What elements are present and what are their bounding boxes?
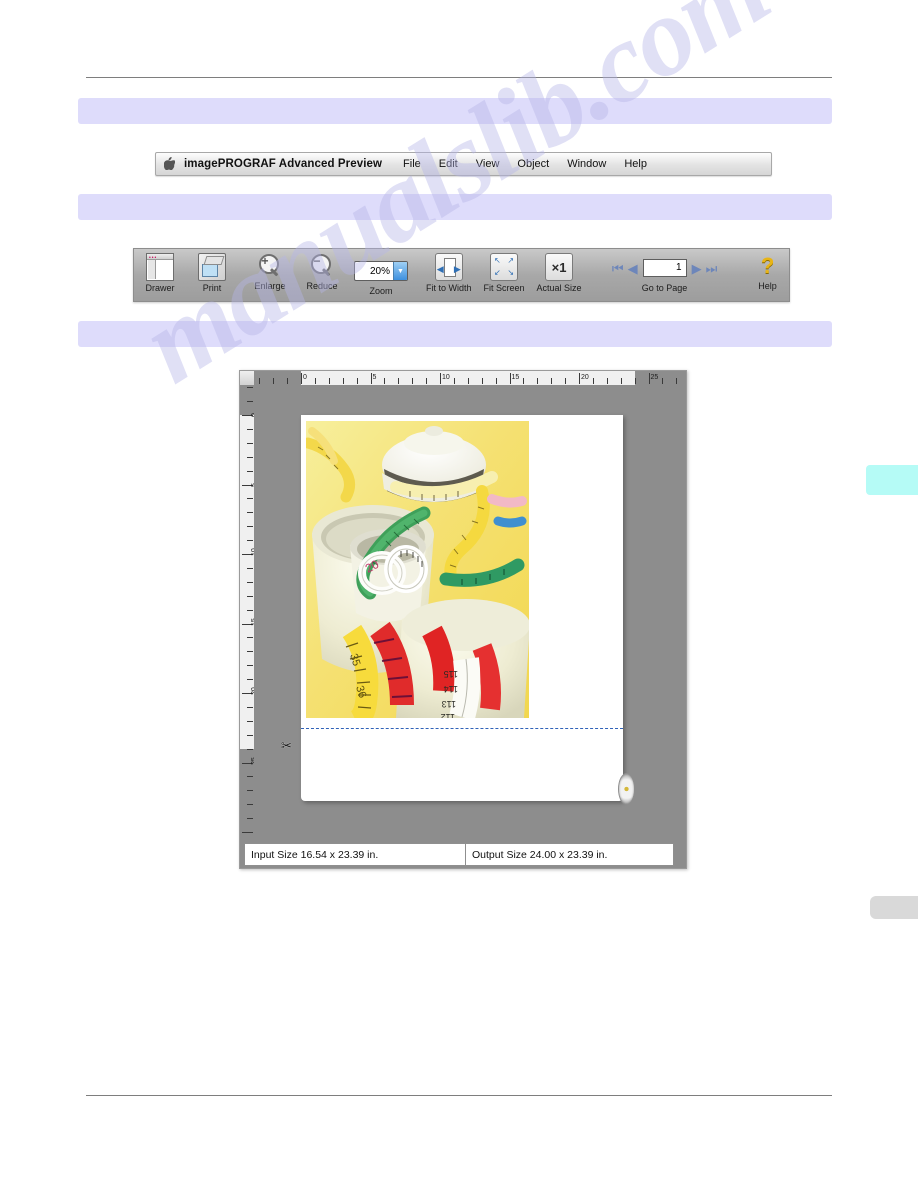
preview-photo: 20 35 36 115 114 113 112 [306, 421, 529, 718]
roll-paper-end-icon [618, 773, 635, 805]
input-size-field: Input Size 16.54 x 23.39 in. [245, 844, 466, 865]
menu-item-help[interactable]: Help [615, 158, 656, 170]
arrow-right-icon: ▶ [453, 264, 461, 274]
section-banner-1 [78, 98, 832, 124]
enlarge-label: Enlarge [254, 281, 286, 291]
actual-size-button[interactable]: ×1 Actual Size [531, 249, 588, 301]
chevron-down-icon[interactable]: ▼ [393, 262, 407, 280]
menu-item-object[interactable]: Object [508, 158, 558, 170]
menu-bar[interactable]: imagePROGRAF Advanced Preview File Edit … [155, 152, 772, 176]
zoom-value: 20% [369, 265, 390, 277]
zoom-control[interactable]: 20% ▼ Zoom [348, 249, 414, 301]
next-page-icon[interactable]: ▶ [690, 262, 704, 275]
last-page-icon[interactable]: ⏭ [704, 262, 720, 275]
help-button[interactable]: ? Help [742, 249, 794, 301]
status-bar: Input Size 16.54 x 23.39 in. Output Size… [244, 843, 674, 866]
arrow-left-icon: ◀ [436, 264, 444, 274]
first-page-icon[interactable]: ⏮ [610, 262, 626, 275]
magnifier-minus-icon: − [309, 253, 335, 279]
output-size-field: Output Size 24.00 x 23.39 in. [472, 848, 608, 861]
preview-canvas[interactable]: 20 35 36 115 114 113 112 ✂ [254, 385, 686, 868]
magnifier-plus-icon: + [257, 253, 283, 279]
arrow-nw-icon: ↖ [494, 256, 501, 265]
cut-line [301, 728, 623, 729]
goto-page-label: Go to Page [641, 283, 688, 293]
printer-icon [198, 253, 226, 281]
reduce-label: Reduce [306, 281, 338, 291]
menu-item-window[interactable]: Window [558, 158, 615, 170]
page-number-input[interactable]: 1 [642, 259, 687, 277]
fit-to-width-icon: ◀ ▶ [434, 253, 463, 281]
toolbar: ••• Drawer Print + Enlarge − Reduce 20% … [133, 248, 790, 302]
print-button[interactable]: Print [186, 249, 238, 301]
horizontal-ruler: 0 5 10 15 20 25 [254, 371, 686, 386]
app-title: imagePROGRAF Advanced Preview [184, 158, 383, 170]
fit-screen-button[interactable]: ↖ ↗ ↙ ↘ Fit Screen [478, 249, 531, 301]
enlarge-sign: + [261, 254, 269, 268]
fit-screen-label: Fit Screen [483, 283, 525, 293]
apple-logo-icon[interactable] [156, 156, 182, 172]
section-banner-3 [78, 321, 832, 347]
zoom-select[interactable]: 20% ▼ [354, 261, 408, 281]
svg-text:114: 114 [444, 684, 458, 694]
svg-text:112: 112 [441, 712, 455, 718]
menu-item-view[interactable]: View [467, 158, 509, 170]
fit-screen-icon: ↖ ↗ ↙ ↘ [490, 253, 519, 281]
preview-window: 0510152025 0510152025 [239, 370, 687, 869]
question-mark-icon: ? [760, 253, 775, 278]
actual-size-icon: ×1 [545, 253, 574, 281]
scissors-icon: ✂ [281, 738, 292, 753]
arrow-sw-icon: ↙ [494, 268, 501, 277]
page-rule-top [86, 77, 832, 78]
reduce-sign: − [313, 254, 321, 268]
print-label: Print [202, 283, 222, 293]
arrow-ne-icon: ↗ [507, 256, 515, 265]
fit-to-width-button[interactable]: ◀ ▶ Fit to Width [420, 249, 478, 301]
drawer-label: Drawer [145, 283, 175, 293]
actual-size-label: Actual Size [536, 283, 582, 293]
paper-sheet[interactable]: 20 35 36 115 114 113 112 [301, 415, 623, 801]
menu-item-file[interactable]: File [394, 158, 430, 170]
edge-tab-cyan [866, 465, 918, 495]
zoom-label: Zoom [369, 286, 393, 296]
drawer-dots-icon: ••• [149, 255, 158, 261]
enlarge-button[interactable]: + Enlarge [244, 249, 296, 301]
vertical-ruler: 0510152025 [240, 385, 255, 868]
fit-to-width-label: Fit to Width [426, 283, 472, 293]
arrow-se-icon: ↘ [507, 268, 515, 277]
menu-item-edit[interactable]: Edit [430, 158, 467, 170]
goto-page-control[interactable]: ⏮ ◀ 1 ▶ ⏭ Go to Page [594, 249, 736, 301]
help-label: Help [758, 281, 777, 291]
drawer-button[interactable]: ••• Drawer [134, 249, 186, 301]
ruler-corner [240, 371, 255, 386]
page-rule-bottom [86, 1095, 832, 1096]
drawer-icon: ••• [146, 253, 174, 281]
prev-page-icon[interactable]: ◀ [626, 262, 640, 275]
reduce-button[interactable]: − Reduce [296, 249, 348, 301]
edge-tab-gray [870, 896, 918, 919]
svg-text:113: 113 [442, 699, 456, 709]
svg-text:115: 115 [444, 669, 458, 679]
section-banner-2 [78, 194, 832, 220]
